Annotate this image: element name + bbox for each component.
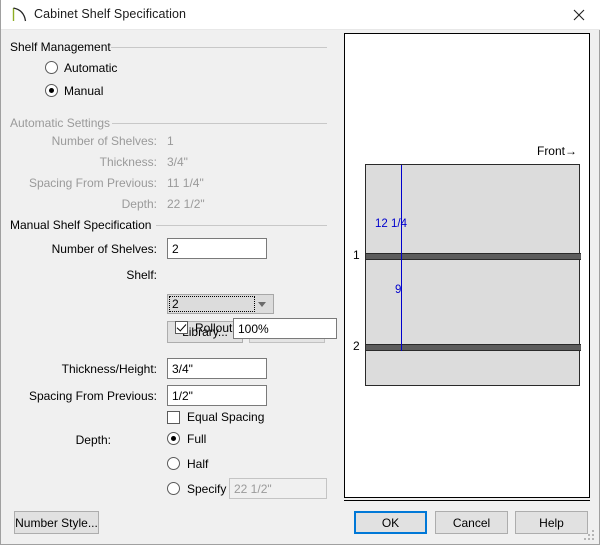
shelf-number-1: 1 [353,248,360,262]
title-bar: Cabinet Shelf Specification [1,0,600,30]
help-button[interactable]: Help [515,511,588,534]
auto-thickness-value: 3/4" [167,155,188,169]
number-style-button[interactable]: Number Style... [14,511,99,534]
auto-depth-label: Depth: [121,197,157,211]
radio-automatic[interactable] [45,61,58,74]
number-of-shelves-label: Number of Shelves: [51,242,157,256]
depth-specify-input[interactable]: 22 1/2" [229,478,327,499]
radio-manual[interactable] [45,84,58,97]
dimension-label-lower: 9 [395,284,402,296]
radio-depth-specify[interactable] [167,482,180,495]
group-label-manual-shelf-specification: Manual Shelf Specification [10,218,158,232]
preview-panel: Front→ 12 1/4 9 1 2 [344,33,590,498]
thickness-height-label: Thickness/Height: [61,362,157,376]
radio-automatic-label: Automatic [64,61,118,75]
radio-depth-half-label: Half [187,457,209,471]
window-title: Cabinet Shelf Specification [34,7,187,21]
ok-button[interactable]: OK [354,511,427,534]
spacing-from-previous-input[interactable]: 1/2" [167,385,267,406]
cancel-button[interactable]: Cancel [435,511,508,534]
front-direction-label: Front→ [536,144,577,158]
group-label-shelf-management: Shelf Management [10,40,117,54]
group-rule-shelf-management [111,47,327,48]
group-label-automatic-settings: Automatic Settings [10,116,117,130]
shelf-number-2: 2 [353,339,360,353]
shelf-select-value: 2 [172,297,179,311]
radio-depth-full[interactable] [167,432,180,445]
group-rule-manual-shelf-specification [156,225,327,226]
rollout-checkbox[interactable] [175,321,188,334]
radio-depth-specify-label: Specify [187,482,227,496]
auto-number-of-shelves-label: Number of Shelves: [51,134,157,148]
footer-divider [344,500,590,501]
close-icon[interactable] [557,0,600,29]
rollout-percent-input[interactable]: 100% [233,318,337,339]
spacing-from-previous-label: Spacing From Previous: [28,389,157,403]
auto-thickness-label: Thickness: [99,155,157,169]
auto-depth-value: 22 1/2" [167,197,205,211]
settings-pane: Shelf Management Automatic Manual Automa… [1,30,337,500]
number-of-shelves-input[interactable]: 2 [167,238,267,259]
cabinet-arc-icon [11,6,29,24]
radio-depth-half[interactable] [167,457,180,470]
chevron-down-icon [258,302,266,307]
shelf-select[interactable]: 2 [167,294,274,314]
rollout-label: Rollout [195,321,233,335]
equal-spacing-checkbox[interactable] [167,411,180,424]
radio-manual-label: Manual [64,84,104,98]
resize-grip[interactable] [584,530,595,541]
dimension-label-upper: 12 1/4 [375,218,407,230]
equal-spacing-label: Equal Spacing [187,410,265,424]
dimension-line [401,165,402,351]
thickness-height-input[interactable]: 3/4" [167,358,267,379]
auto-number-of-shelves-value: 1 [167,134,174,148]
auto-spacing-from-previous-value: 11 1/4" [167,176,204,190]
shelf-select-focus-ring [169,296,255,312]
shelf-label: Shelf: [126,268,157,282]
shelf-bar-2 [366,344,581,351]
auto-spacing-from-previous-label: Spacing From Previous: [28,176,157,190]
shelf-bar-1 [366,253,581,260]
cabinet-elevation-graphic: 12 1/4 9 [365,164,581,386]
group-rule-automatic-settings [112,123,327,124]
depth-label: Depth: [75,433,111,447]
radio-depth-full-label: Full [187,432,207,446]
dialog-window: Cabinet Shelf Specification Shelf Manage… [0,0,600,545]
